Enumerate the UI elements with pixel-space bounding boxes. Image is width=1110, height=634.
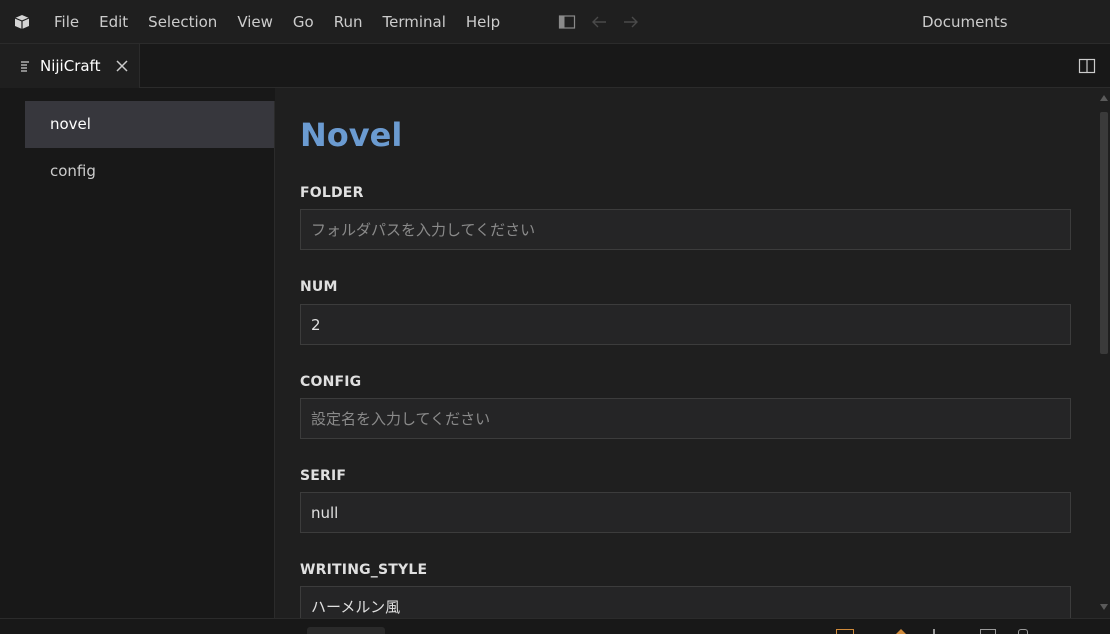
warning-icon[interactable] [895, 629, 907, 634]
navigation-controls [556, 0, 642, 44]
menu-selection[interactable]: Selection [138, 0, 227, 44]
sidebar-item-config[interactable]: config [25, 148, 274, 195]
menu-edit[interactable]: Edit [89, 0, 138, 44]
num-input[interactable] [300, 304, 1071, 345]
title-bar: File Edit Selection View Go Run Terminal… [0, 0, 1110, 44]
page-title: Novel [300, 116, 403, 154]
vscode-logo-icon [0, 0, 44, 44]
writing-style-input[interactable] [300, 586, 1071, 618]
serif-label: SERIF [300, 468, 347, 484]
menu-terminal[interactable]: Terminal [373, 0, 456, 44]
arrow-right-icon[interactable] [620, 11, 642, 33]
menu-file[interactable]: File [44, 0, 89, 44]
divider-icon [933, 629, 935, 634]
settings-sidebar: novel config [25, 101, 275, 618]
menu-help[interactable]: Help [456, 0, 510, 44]
panel-icon[interactable] [836, 629, 854, 634]
menu-bar: File Edit Selection View Go Run Terminal… [44, 0, 510, 44]
webview-panel: novel config Novel FOLDER NUM CONFIG SER… [0, 88, 1110, 618]
window-title: Documents [922, 13, 1008, 31]
scroll-thumb[interactable] [1100, 112, 1108, 354]
scroll-down-arrow-icon[interactable] [1100, 604, 1108, 610]
menu-go[interactable]: Go [283, 0, 324, 44]
close-icon[interactable] [114, 58, 130, 74]
menu-run[interactable]: Run [324, 0, 373, 44]
settings-form: Novel FOLDER NUM CONFIG SERIF WRITING_ST… [275, 88, 1097, 618]
tab-nijicraft[interactable]: NijiCraft [0, 44, 140, 88]
status-bar [0, 618, 1110, 634]
serif-input[interactable] [300, 492, 1071, 533]
folder-input[interactable] [300, 209, 1071, 250]
menu-view[interactable]: View [227, 0, 283, 44]
vertical-scrollbar[interactable] [1097, 88, 1110, 618]
num-label: NUM [300, 279, 338, 295]
split-editor-icon[interactable] [1076, 55, 1098, 77]
config-input[interactable] [300, 398, 1071, 439]
writing-style-label: WRITING_STYLE [300, 562, 428, 578]
config-label: CONFIG [300, 374, 362, 390]
panel-tab[interactable] [307, 627, 385, 634]
preview-icon [20, 60, 32, 72]
scroll-up-arrow-icon[interactable] [1100, 95, 1108, 101]
layout-icon[interactable] [980, 629, 996, 634]
notification-icon[interactable] [1018, 629, 1028, 634]
toggle-sidebar-icon[interactable] [556, 11, 578, 33]
folder-label: FOLDER [300, 185, 364, 201]
sidebar-item-novel[interactable]: novel [25, 101, 274, 148]
arrow-left-icon[interactable] [588, 11, 610, 33]
tab-label: NijiCraft [40, 57, 101, 75]
editor-tab-bar: NijiCraft [0, 44, 1110, 88]
